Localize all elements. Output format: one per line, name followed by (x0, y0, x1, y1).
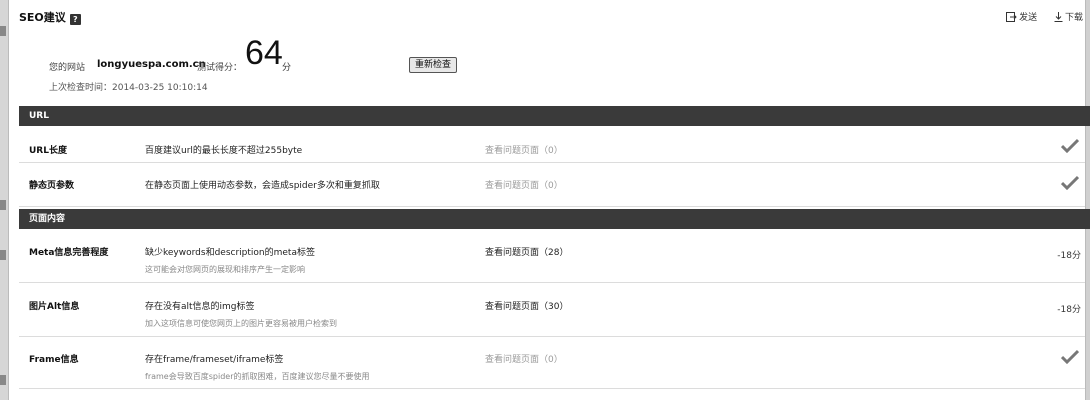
check-name: 图片Alt信息 (29, 302, 80, 312)
score-deduction: -18分 (1057, 305, 1081, 315)
strip-marker (0, 250, 6, 260)
check-desc: 缺少keywords和description的meta标签 (145, 248, 315, 258)
recheck-button[interactable]: 重新检查 (409, 57, 457, 73)
check-icon (1061, 138, 1079, 153)
download-button[interactable]: 下载 (1054, 10, 1083, 23)
send-button[interactable]: 发送 (1006, 10, 1037, 23)
check-name: 静态页参数 (29, 181, 75, 191)
view-problem-pages-link[interactable]: 查看问题页面（0） (485, 352, 563, 365)
check-desc: 在静态页面上使用动态参数，会造成spider多次和重复抓取 (145, 181, 380, 191)
score-unit: 分 (282, 63, 292, 73)
panel-title: SEO建议? (19, 9, 81, 25)
send-icon (1006, 11, 1017, 22)
check-row: Frame信息 存在frame/frameset/iframe标签 frame会… (19, 337, 1085, 389)
panel-header: SEO建议? 发送 下载 (19, 6, 1085, 28)
check-icon (1061, 349, 1079, 364)
header-actions: 发送 下载 (992, 10, 1083, 25)
view-problem-pages-link[interactable]: 查看问题页面（28） (485, 245, 568, 258)
check-row: 静态页参数 在静态页面上使用动态参数，会造成spider多次和重复抓取 查看问题… (19, 163, 1085, 207)
help-icon[interactable]: ? (69, 14, 81, 25)
check-note: frame会导致百度spider的抓取困难，百度建议您尽量不要使用 (145, 372, 370, 381)
send-label: 发送 (1019, 13, 1038, 23)
panel-title-text: SEO建议 (19, 11, 66, 24)
check-row: URL长度 百度建议url的最长长度不超过255byte 查看问题页面（0） (19, 128, 1085, 163)
strip-marker (0, 26, 6, 36)
view-problem-pages-link[interactable]: 查看问题页面（30） (485, 299, 568, 312)
strip-marker (0, 375, 6, 385)
check-row: Meta信息完善程度 缺少keywords和description的meta标签… (19, 229, 1085, 283)
check-icon (1061, 175, 1079, 190)
view-problem-pages-link[interactable]: 查看问题页面（0） (485, 178, 563, 191)
check-desc: 存在没有alt信息的img标签 (145, 302, 255, 312)
score-value: 64 (245, 34, 283, 72)
site-label: 您的网站 (49, 63, 86, 73)
section-header-page-content: 页面内容 (19, 209, 1090, 229)
seo-panel: SEO建议? 发送 下载 您的网站 longyuespa.com.cn 测试得分… (8, 0, 1090, 400)
check-name: Meta信息完善程度 (29, 248, 109, 258)
check-note: 这可能会对您网页的展现和排序产生一定影响 (145, 265, 305, 274)
score-deduction: -18分 (1057, 251, 1081, 261)
score-label: 测试得分： (197, 63, 243, 73)
last-check-time: 上次检查时间：2014-03-25 10:10:14 (49, 83, 208, 93)
site-value: longyuespa.com.cn (97, 59, 206, 70)
download-label: 下载 (1064, 13, 1083, 23)
download-icon (1054, 11, 1063, 22)
check-note: 加入这项信息可使您网页上的图片更容易被用户检索到 (145, 319, 337, 328)
check-desc: 百度建议url的最长长度不超过255byte (145, 146, 303, 156)
check-row: 图片Alt信息 存在没有alt信息的img标签 加入这项信息可使您网页上的图片更… (19, 283, 1085, 337)
summary-box: 您的网站 longyuespa.com.cn 测试得分： 64 分 重新检查 上… (19, 30, 1085, 106)
view-problem-pages-link[interactable]: 查看问题页面（0） (485, 143, 563, 156)
check-desc: 存在frame/frameset/iframe标签 (145, 355, 284, 365)
section-header-url: URL (19, 106, 1090, 126)
left-scroll-strip (0, 0, 8, 400)
check-name: URL长度 (29, 146, 67, 156)
check-name: Frame信息 (29, 355, 79, 365)
strip-marker (0, 200, 6, 210)
